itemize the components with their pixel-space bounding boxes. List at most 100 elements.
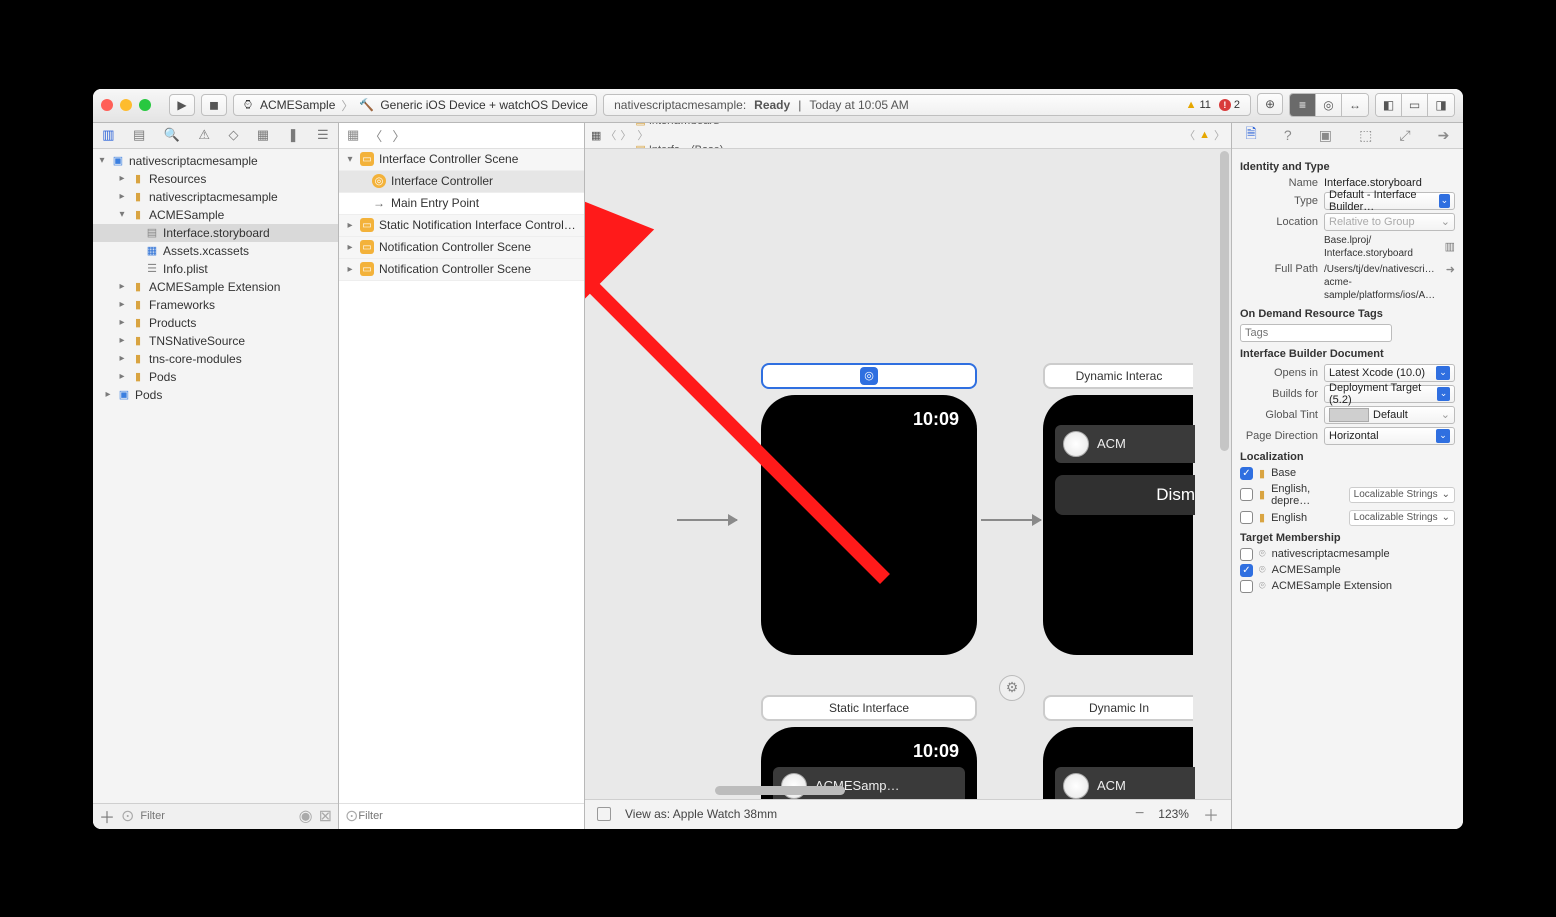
scene-header-dynamic2[interactable]: Dynamic In bbox=[1043, 695, 1193, 721]
issue-next[interactable]: 〉 bbox=[1214, 127, 1225, 143]
nav-item[interactable]: ▸▮tns-core-modules bbox=[93, 350, 338, 368]
activity-status[interactable]: nativescriptacmesample: Ready | Today at… bbox=[603, 94, 1251, 116]
toggle-debug-button[interactable]: ▭ bbox=[1402, 94, 1428, 116]
view-as-label[interactable]: View as: Apple Watch 38mm bbox=[625, 807, 777, 821]
global-tint-select[interactable]: Default⌄ bbox=[1324, 406, 1455, 424]
outline-scene-header[interactable]: ▸▭Notification Controller Scene bbox=[339, 237, 584, 259]
zoom-window-button[interactable] bbox=[139, 99, 151, 111]
checkbox[interactable] bbox=[1240, 548, 1253, 561]
location-select[interactable]: Relative to Group⌄ bbox=[1324, 213, 1455, 231]
nav-item[interactable]: ▾▮ACMESample bbox=[93, 206, 338, 224]
nav-item[interactable]: ▸▮TNSNativeSource bbox=[93, 332, 338, 350]
outline-item[interactable]: →Main Entry Point bbox=[339, 193, 584, 215]
nav-item[interactable]: ▸▮Resources bbox=[93, 170, 338, 188]
opens-in-select[interactable]: Latest Xcode (10.0)⌄ bbox=[1324, 364, 1455, 382]
issue-nav-tab[interactable]: ⚠ bbox=[198, 127, 210, 143]
forward-button[interactable]: 〉 bbox=[392, 126, 405, 145]
checkbox[interactable] bbox=[1240, 511, 1253, 524]
size-inspector-tab[interactable]: ⤢ bbox=[1399, 127, 1410, 144]
nav-item[interactable]: ▸▮ACMESample Extension bbox=[93, 278, 338, 296]
folder-icon[interactable]: ▥ bbox=[1445, 240, 1455, 253]
navigator-filter-input[interactable] bbox=[140, 807, 292, 825]
file-tree[interactable]: ▾▣nativescriptacmesample▸▮Resources▸▮nat… bbox=[93, 149, 338, 803]
outline-filter-input[interactable] bbox=[358, 807, 578, 825]
color-well[interactable] bbox=[1329, 408, 1369, 422]
recent-filter-icon[interactable]: ◉ bbox=[299, 806, 313, 826]
target-membership-row[interactable]: ✓⌾ACMESample bbox=[1240, 564, 1455, 577]
scene-header-dynamic[interactable]: Dynamic Interac bbox=[1043, 363, 1193, 389]
identity-inspector-tab[interactable]: ▣ bbox=[1319, 127, 1332, 144]
page-direction-select[interactable]: Horizontal⌄ bbox=[1324, 427, 1455, 445]
dismiss-button[interactable]: Dism bbox=[1055, 475, 1195, 515]
toggle-navigator-button[interactable]: ◧ bbox=[1376, 94, 1402, 116]
run-button[interactable]: ▶ bbox=[169, 94, 195, 116]
target-membership-row[interactable]: ⌾ACMESample Extension bbox=[1240, 580, 1455, 593]
report-nav-tab[interactable]: ☰ bbox=[317, 127, 329, 143]
watch-dynamic-controller[interactable]: ACM Dism bbox=[1043, 395, 1193, 655]
nav-item[interactable]: ▤Interface.storyboard bbox=[93, 224, 338, 242]
help-inspector-tab[interactable]: ? bbox=[1284, 127, 1292, 143]
zoom-out-button[interactable]: − bbox=[1135, 805, 1144, 823]
test-nav-tab[interactable]: ◇ bbox=[228, 127, 238, 143]
errors-indicator[interactable]: !2 bbox=[1219, 99, 1240, 111]
file-inspector-tab[interactable]: 🗎 bbox=[1246, 123, 1257, 147]
checkbox[interactable]: ✓ bbox=[1240, 467, 1253, 480]
file-type-select[interactable]: Default - Interface Builder…⌄ bbox=[1324, 192, 1455, 210]
localization-row[interactable]: ▮English, depre…Localizable Strings ⌄ bbox=[1240, 483, 1455, 507]
zoom-in-button[interactable]: ＋ bbox=[1203, 802, 1219, 826]
library-button[interactable]: ⊕ bbox=[1257, 93, 1283, 115]
scene-header-static[interactable]: Static Interface bbox=[761, 695, 977, 721]
stop-button[interactable]: ◼ bbox=[201, 94, 227, 116]
jumpbar-crumb[interactable]: ▤Interfa…board bbox=[635, 123, 776, 128]
back-button[interactable]: 〈 bbox=[369, 126, 382, 145]
toggle-inspector-button[interactable]: ◨ bbox=[1428, 94, 1454, 116]
scm-filter-icon[interactable]: ⊠ bbox=[319, 806, 332, 826]
reveal-arrow-icon[interactable]: ➜ bbox=[1446, 263, 1455, 276]
localization-row[interactable]: ▮EnglishLocalizable Strings ⌄ bbox=[1240, 510, 1455, 526]
checkbox[interactable]: ✓ bbox=[1240, 564, 1253, 577]
symbol-nav-tab[interactable]: ▤ bbox=[133, 127, 145, 143]
connections-inspector-tab[interactable]: ➔ bbox=[1438, 127, 1450, 144]
device-config-checkbox[interactable] bbox=[597, 807, 611, 821]
close-window-button[interactable] bbox=[101, 99, 113, 111]
related-icon[interactable]: ▦ bbox=[591, 129, 601, 142]
project-root[interactable]: ▾▣nativescriptacmesample bbox=[93, 152, 338, 170]
nav-item[interactable]: ▸▮Frameworks bbox=[93, 296, 338, 314]
vertical-scrollbar-thumb[interactable] bbox=[1220, 151, 1229, 451]
breakpoint-nav-tab[interactable]: ❚ bbox=[288, 127, 299, 143]
assistant-editor-button[interactable]: ◎ bbox=[1316, 94, 1342, 116]
loc-mode-select[interactable]: Localizable Strings ⌄ bbox=[1349, 510, 1455, 526]
add-button[interactable]: ＋ bbox=[99, 804, 115, 828]
issue-prev[interactable]: 〈 bbox=[1184, 127, 1195, 143]
builds-for-select[interactable]: Deployment Target (5.2)⌄ bbox=[1324, 385, 1455, 403]
nav-item[interactable]: ▸▮Pods bbox=[93, 368, 338, 386]
outline-scene-header[interactable]: ▾▭Interface Controller Scene bbox=[339, 149, 584, 171]
checkbox[interactable] bbox=[1240, 580, 1253, 593]
jump-bar[interactable]: ▦ 〈 〉 ▣nativescriptacmesample〉▮ACMESampl… bbox=[585, 123, 1231, 149]
find-nav-tab[interactable]: 🔍 bbox=[164, 127, 180, 143]
project-nav-tab[interactable]: ▥ bbox=[102, 127, 114, 143]
watch-interface-controller[interactable]: 10:09 bbox=[761, 395, 977, 655]
odr-tags-input[interactable] bbox=[1240, 324, 1392, 342]
zoom-level[interactable]: 123% bbox=[1158, 807, 1189, 821]
nav-item[interactable]: ▸▮nativescriptacmesample bbox=[93, 188, 338, 206]
version-editor-button[interactable]: ↔ bbox=[1342, 94, 1368, 116]
jb-back[interactable]: 〈 bbox=[605, 127, 616, 143]
minimize-window-button[interactable] bbox=[120, 99, 132, 111]
storyboard-canvas[interactable]: ◎ 10:09 Dynamic Interac ACM Dism ⚙ bbox=[585, 149, 1231, 799]
related-items-icon[interactable]: ▦ bbox=[347, 127, 359, 143]
outline-scene-header[interactable]: ▸▭Notification Controller Scene bbox=[339, 259, 584, 281]
warnings-indicator[interactable]: ▲11 bbox=[1186, 99, 1211, 111]
nav-item[interactable]: ▸▣Pods bbox=[93, 386, 338, 404]
outline-tree[interactable]: ▾▭Interface Controller Scene◎Interface C… bbox=[339, 149, 584, 803]
outline-item[interactable]: ◎Interface Controller bbox=[339, 171, 584, 193]
scheme-selector[interactable]: ⌚︎ ACMESample 〉 🔨 Generic iOS Device + w… bbox=[233, 94, 597, 116]
nav-item[interactable]: ▦Assets.xcassets bbox=[93, 242, 338, 260]
localization-row[interactable]: ✓▮Base bbox=[1240, 467, 1455, 480]
nav-item[interactable]: ☰Info.plist bbox=[93, 260, 338, 278]
nav-item[interactable]: ▸▮Products bbox=[93, 314, 338, 332]
watch-dynamic2-controller[interactable]: ACM bbox=[1043, 727, 1193, 799]
checkbox[interactable] bbox=[1240, 488, 1253, 501]
attributes-inspector-tab[interactable]: ⬚ bbox=[1359, 127, 1372, 144]
outline-scene-header[interactable]: ▸▭Static Notification Interface Control… bbox=[339, 215, 584, 237]
